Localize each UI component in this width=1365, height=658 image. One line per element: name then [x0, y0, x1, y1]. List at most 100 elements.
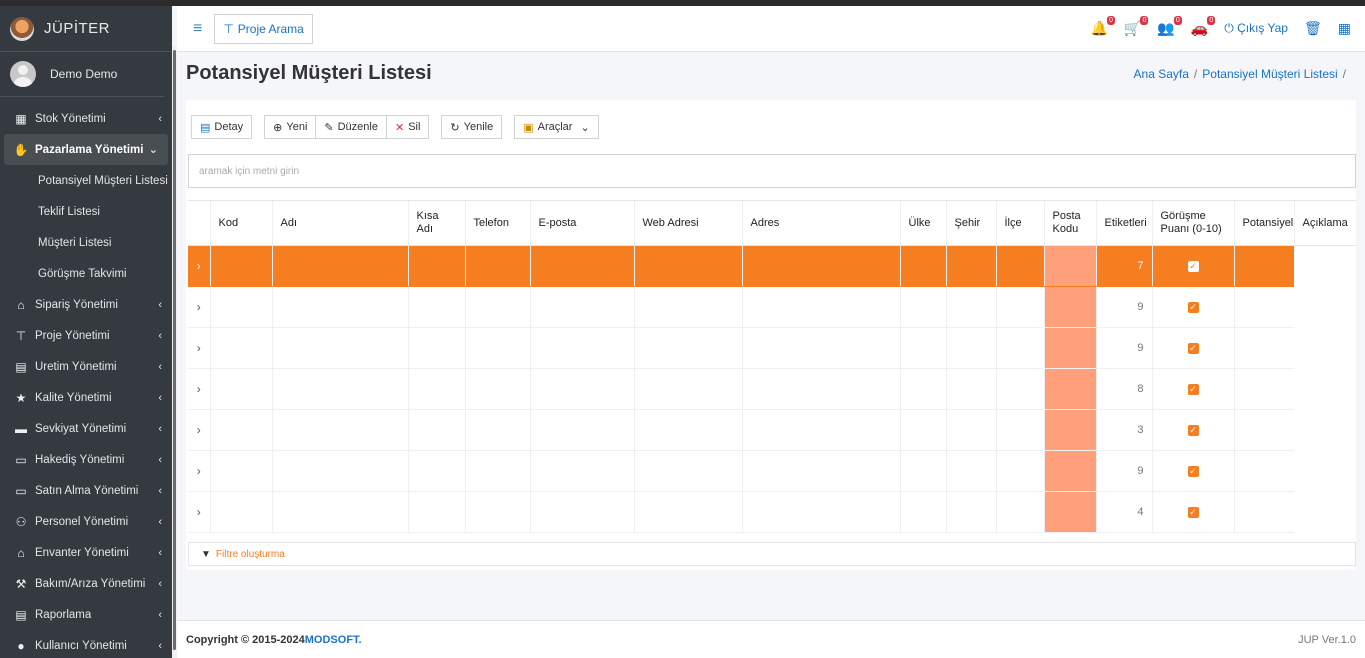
table-cell — [995, 245, 1044, 287]
column-header[interactable]: Potansiyel — [1233, 200, 1294, 246]
filter-builder-button[interactable]: ▼ Filtre oluşturma — [188, 542, 1356, 566]
column-header[interactable]: Etiketleri — [1095, 200, 1152, 246]
sidebar-item-envanter[interactable]: ⌂ Envanter Yönetimi ‹ — [0, 537, 172, 568]
breadcrumb-home[interactable]: Ana Sayfa — [1134, 67, 1189, 81]
row-expand-chevron-icon[interactable]: › — [188, 368, 210, 410]
sidebar-item-stok[interactable]: ▦ Stok Yönetimi ‹ — [0, 103, 172, 134]
sidebar-item-satin-alma[interactable]: ▭ Satın Alma Yönetimi ‹ — [0, 475, 172, 506]
checkbox-checked-icon[interactable]: ✓ — [1187, 466, 1199, 477]
column-header[interactable]: Telefon — [464, 200, 530, 246]
row-expand-chevron-icon[interactable]: › — [188, 409, 210, 451]
column-header[interactable]: Adı — [271, 200, 408, 246]
table-cell — [741, 409, 900, 451]
table-cell — [271, 491, 408, 533]
column-header[interactable]: Açıklama — [1293, 200, 1356, 246]
refresh-button[interactable]: ↻ Yenile — [441, 115, 503, 139]
table-cell — [407, 450, 465, 492]
table-header-row: Kod Adı Kısa Adı Telefon E-posta Web Adr… — [188, 200, 1356, 246]
new-button[interactable]: ⊕ Yeni — [264, 115, 317, 139]
grid-icon[interactable]: ▦ — [1338, 20, 1351, 37]
column-header[interactable]: Görüşme Puanı (0-10) — [1151, 200, 1234, 246]
row-expand-chevron-icon[interactable]: › — [188, 245, 210, 287]
table-row[interactable]: › 8 ✓ — [188, 368, 1356, 410]
table-cell — [407, 245, 465, 287]
chevron-left-icon: ‹ — [158, 329, 162, 342]
checkbox-checked-icon[interactable]: ✓ — [1187, 302, 1199, 313]
table-row[interactable]: › 9 ✓ — [188, 450, 1356, 492]
submenu-item-customers[interactable]: Müşteri Listesi — [0, 227, 172, 258]
column-header[interactable]: Kod — [209, 200, 272, 246]
table-cell — [633, 491, 742, 533]
checkbox-checked-icon[interactable]: ✓ — [1187, 261, 1199, 272]
sidebar-scrollbar-thumb[interactable] — [173, 50, 176, 650]
column-header[interactable]: İlçe — [995, 200, 1044, 246]
hamburger-menu-icon[interactable]: ≡ — [193, 20, 202, 38]
table-cell — [945, 245, 996, 287]
chevron-left-icon: ‹ — [158, 484, 162, 497]
table-row[interactable]: › 4 ✓ — [188, 491, 1356, 533]
column-header[interactable]: Adres — [741, 200, 900, 246]
table-cell — [407, 409, 465, 451]
cart-icon[interactable]: 🛒 0 — [1124, 16, 1149, 37]
score-cell: 9 — [1095, 286, 1152, 328]
table-cell — [945, 409, 996, 451]
sidebar-item-proje[interactable]: ⊤ Proje Yönetimi ‹ — [0, 320, 172, 351]
users-icon[interactable]: 👥 0 — [1157, 16, 1182, 37]
sidebar-item-pazarlama[interactable]: ✋ Pazarlama Yönetimi ⌄ — [4, 134, 168, 165]
car-icon[interactable]: 🚗 0 — [1191, 16, 1216, 37]
sidebar-item-personel[interactable]: ⚇ Personel Yönetimi ‹ — [0, 506, 172, 537]
table-row[interactable]: › 7 ✓ — [188, 245, 1356, 287]
submenu-item-potential-customers[interactable]: Potansiyel Müşteri Listesi — [0, 165, 172, 196]
chevron-left-icon: ‹ — [158, 608, 162, 621]
detail-button[interactable]: ▤ Detay — [191, 115, 253, 139]
search-input[interactable] — [188, 154, 1356, 188]
sidebar-item-uretim[interactable]: ▤ Üretim Yönetimi ‹ — [0, 351, 172, 382]
table-cell — [529, 245, 634, 287]
column-header[interactable]: E-posta — [529, 200, 634, 246]
toolbar-group-tools: ▣ Araçlar ⌄ — [514, 115, 599, 139]
sidebar-item-hakedis[interactable]: ▭ Hakediş Yönetimi ‹ — [0, 444, 172, 475]
project-search-button[interactable]: ⊤ Proje Arama — [214, 13, 313, 44]
table-row[interactable]: › 3 ✓ — [188, 409, 1356, 451]
checkbox-checked-icon[interactable]: ✓ — [1187, 507, 1199, 518]
checkbox-checked-icon[interactable]: ✓ — [1187, 343, 1199, 354]
breadcrumb-current[interactable]: Potansiyel Müşteri Listesi — [1202, 67, 1337, 81]
checkbox-checked-icon[interactable]: ✓ — [1187, 425, 1199, 436]
table-cell — [899, 409, 946, 451]
trash-icon[interactable]: 🗑 — [1304, 20, 1322, 37]
table-row[interactable]: › 9 ✓ — [188, 327, 1356, 369]
table-row[interactable]: › 9 ✓ — [188, 286, 1356, 328]
tools-dropdown[interactable]: ▣ Araçlar ⌄ — [514, 115, 599, 139]
submenu-item-offers[interactable]: Teklif Listesi — [0, 196, 172, 227]
sidebar-item-siparis[interactable]: ⌂ Sipariş Yönetimi ‹ — [0, 289, 172, 320]
company-link[interactable]: MODSOFT. — [305, 634, 362, 646]
table-cell — [407, 491, 465, 533]
table-cell — [741, 491, 900, 533]
submenu-item-meeting-calendar[interactable]: Görüşme Takvimi — [0, 258, 172, 289]
potential-cell: ✓ — [1151, 245, 1234, 287]
tags-cell — [1043, 327, 1096, 369]
column-header[interactable]: Web Adresi — [633, 200, 742, 246]
logout-button[interactable]: ⏻ Çıkış Yap — [1224, 21, 1288, 36]
row-expand-chevron-icon[interactable]: › — [188, 327, 210, 369]
notification-bell-icon[interactable]: 🔔 0 — [1090, 16, 1115, 37]
delete-button[interactable]: ✕ Sil — [386, 115, 430, 139]
column-header[interactable]: Kısa Adı — [407, 200, 465, 246]
money-icon: ▭ — [15, 452, 27, 467]
checkbox-checked-icon[interactable]: ✓ — [1187, 384, 1199, 395]
row-expand-chevron-icon[interactable]: › — [188, 286, 210, 328]
edit-button[interactable]: ✎ Düzenle — [316, 115, 387, 139]
brand[interactable]: JÜPİTER — [0, 6, 172, 52]
column-header[interactable]: Posta Kodu — [1043, 200, 1096, 246]
column-header[interactable]: Şehir — [945, 200, 996, 246]
sidebar-item-sevkiyat[interactable]: ▬ Sevkiyat Yönetimi ‹ — [0, 413, 172, 444]
user-panel[interactable]: Demo Demo — [0, 52, 164, 97]
row-expand-chevron-icon[interactable]: › — [188, 491, 210, 533]
column-header[interactable]: Ülke — [899, 200, 946, 246]
table-cell — [945, 368, 996, 410]
row-expand-chevron-icon[interactable]: › — [188, 450, 210, 492]
sidebar-item-bakim[interactable]: ⚒ Bakım/Arıza Yönetimi ‹ — [0, 568, 172, 599]
sidebar-item-kalite[interactable]: ★ Kalite Yönetimi ‹ — [0, 382, 172, 413]
sidebar-item-kullanici[interactable]: ● Kullanıcı Yönetimi ‹ — [0, 630, 172, 658]
sidebar-item-raporlama[interactable]: ▤ Raporlama ‹ — [0, 599, 172, 630]
